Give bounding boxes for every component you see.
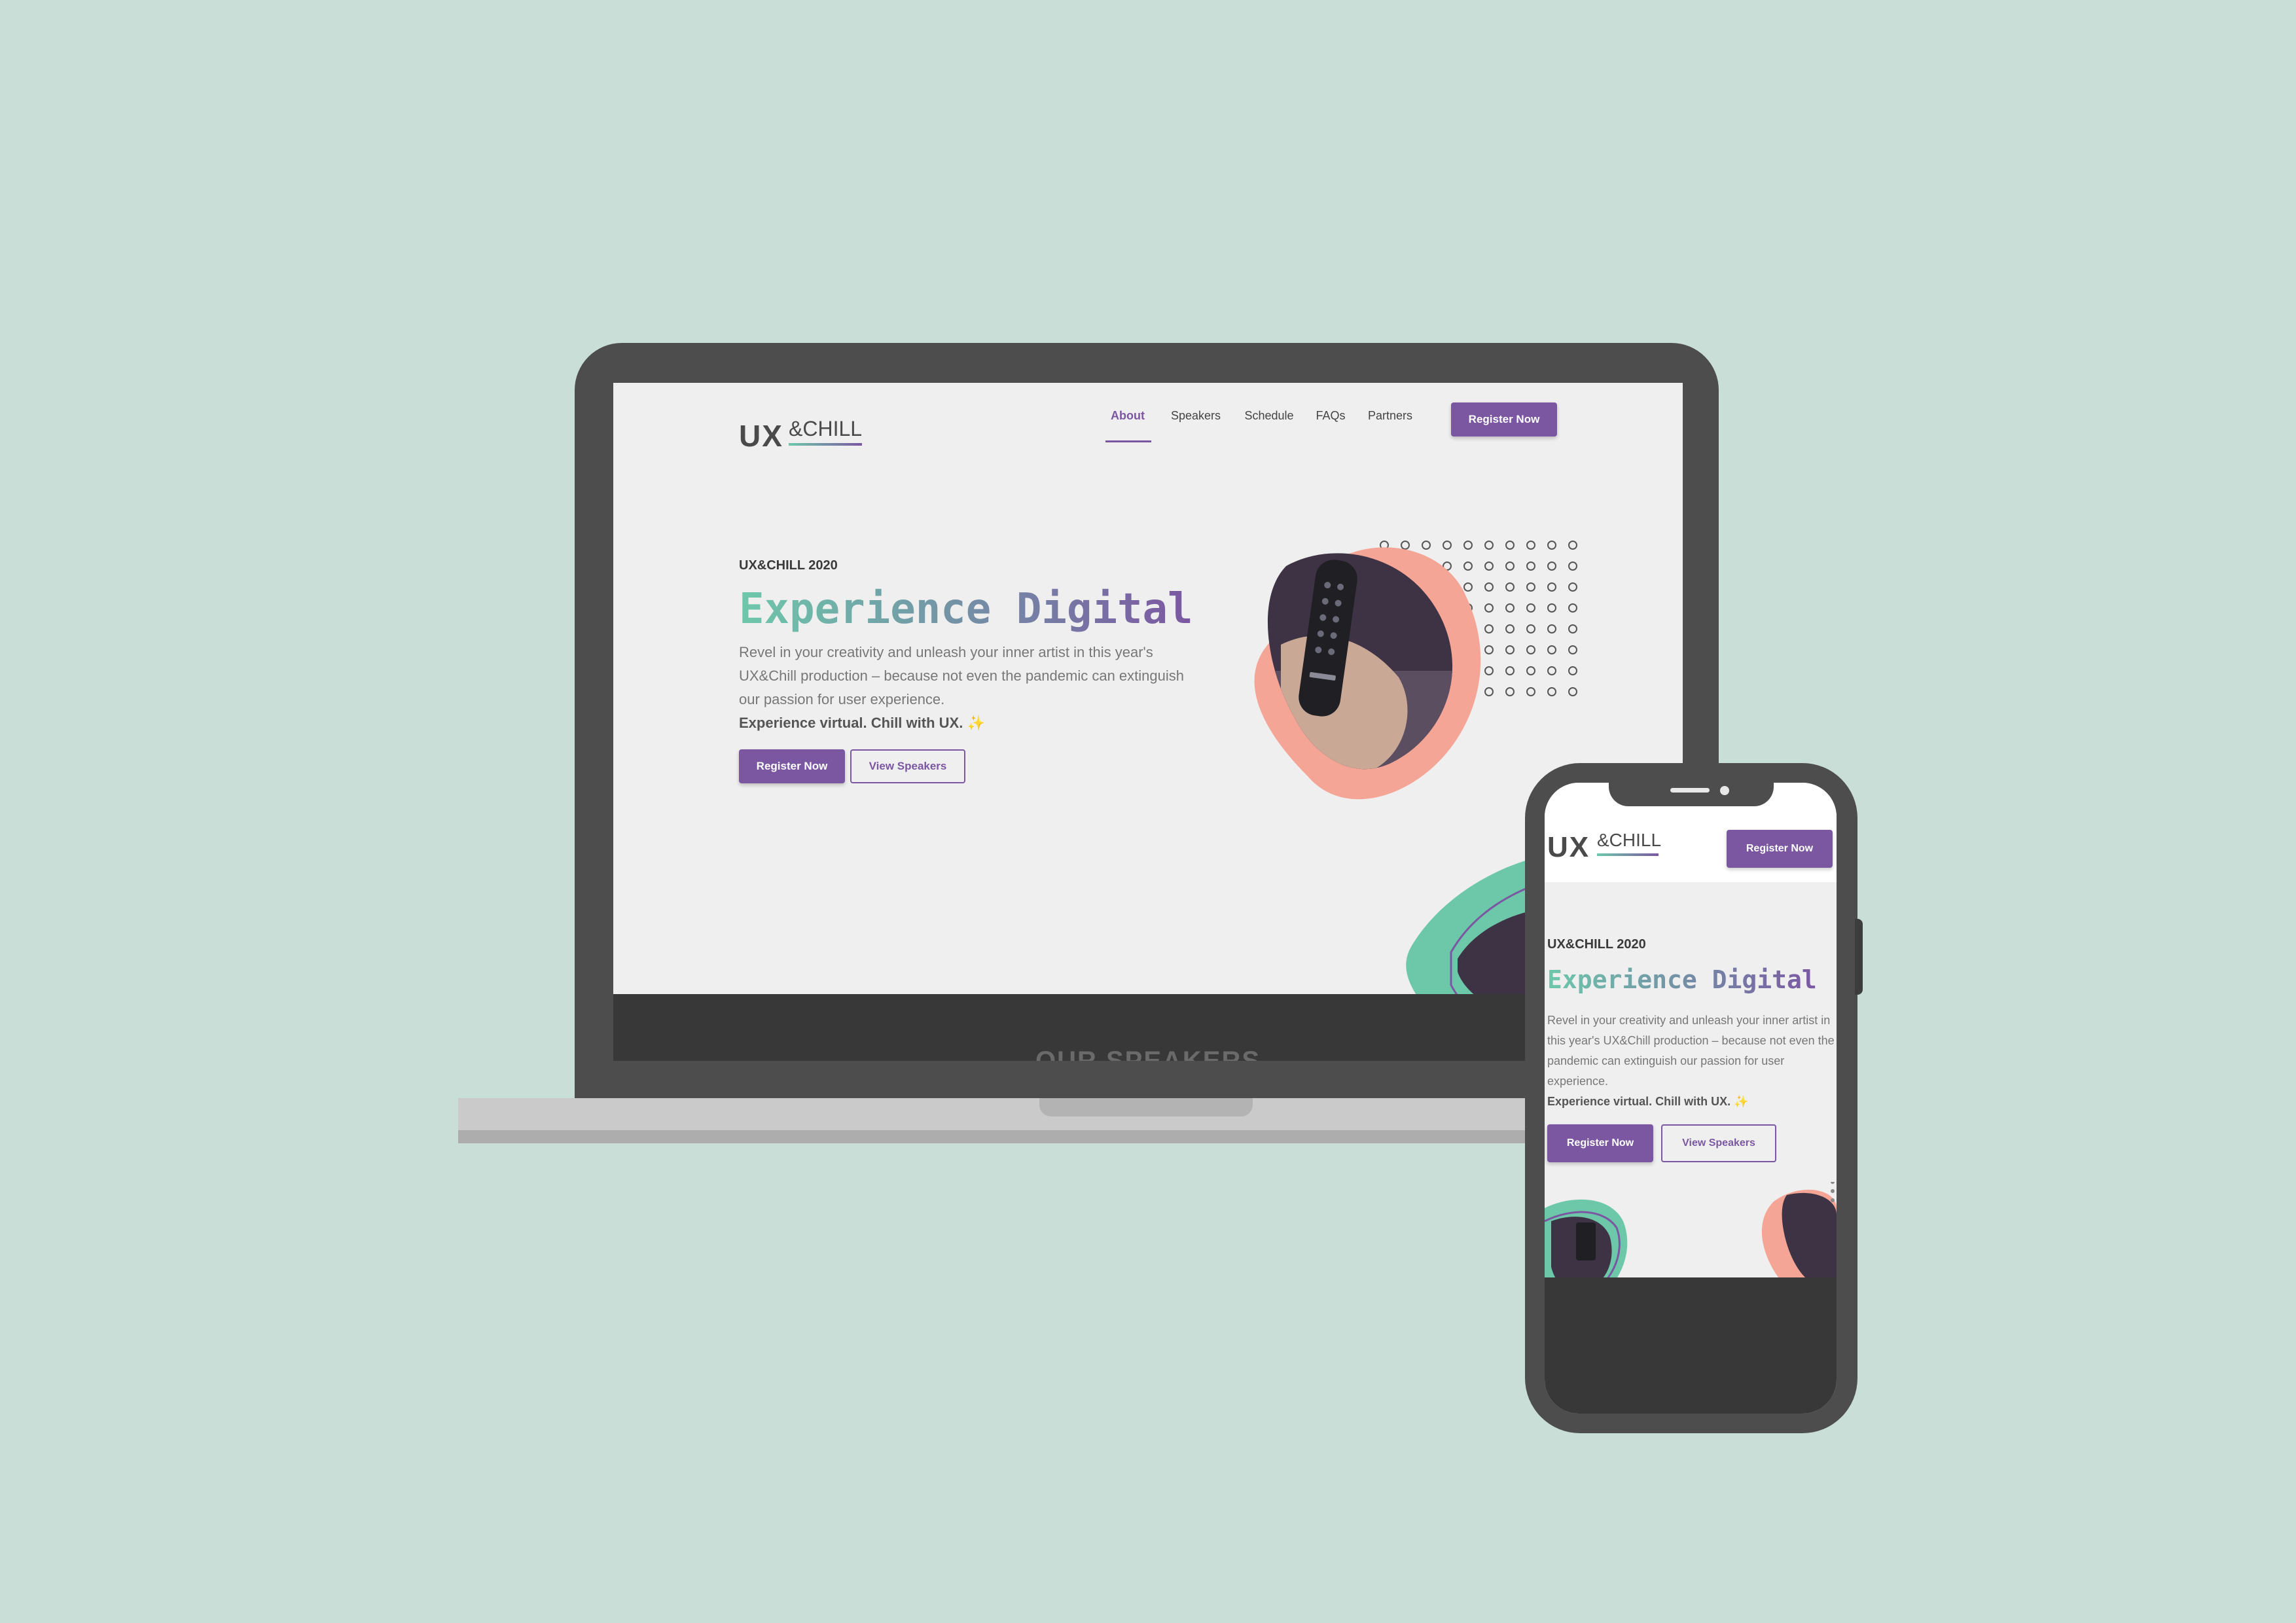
laptop-base-lip: [458, 1130, 1571, 1143]
phone-in-photo: [1576, 1222, 1596, 1260]
grid-dot: [1484, 687, 1494, 696]
grid-dot: [1526, 687, 1535, 696]
grid-dot: [1484, 562, 1494, 571]
site-logo[interactable]: UX &CHILL: [739, 400, 870, 453]
grid-dot: [1505, 541, 1515, 550]
grid-dot: [1547, 603, 1556, 613]
mobile-site-logo[interactable]: UX &CHILL: [1547, 825, 1678, 864]
grid-dot: [1568, 687, 1577, 696]
laptop-base: [458, 1098, 1571, 1132]
grid-dot: [1526, 666, 1535, 675]
speakers-section-title: OUR SPEAKERS: [1035, 1046, 1261, 1061]
grid-dot: [1463, 582, 1473, 592]
grid-dot: [1568, 582, 1577, 592]
grid-dot: [1505, 562, 1515, 571]
mobile-hero-register-button[interactable]: Register Now: [1547, 1124, 1653, 1162]
mobile-header-register-button[interactable]: Register Now: [1727, 830, 1833, 868]
hero-register-button[interactable]: Register Now: [739, 749, 845, 783]
logo-chill: &CHILL: [789, 417, 863, 440]
nav-item-faqs[interactable]: FAQs: [1311, 409, 1350, 423]
grid-dot: [1547, 645, 1556, 654]
mobile-hero-headline: Experience Digital: [1547, 963, 1817, 996]
nav-item-about[interactable]: About: [1104, 409, 1151, 455]
hero-tagline: Experience virtual. Chill with UX. ✨: [739, 711, 985, 735]
sparkle-icon: ✨: [1734, 1095, 1749, 1108]
nav-active-indicator: [1105, 440, 1151, 442]
view-speakers-button[interactable]: View Speakers: [850, 749, 965, 783]
grid-dot: [1568, 541, 1577, 550]
grid-dot: [1401, 541, 1410, 550]
header-register-button[interactable]: Register Now: [1451, 402, 1557, 437]
grid-dot: [1526, 624, 1535, 633]
grid-dot: [1484, 582, 1494, 592]
phone-side-button: [1855, 919, 1863, 995]
sparkle-icon: ✨: [967, 715, 985, 731]
hero-headline: Experience Digital: [739, 583, 1193, 635]
grid-dot: [1526, 582, 1535, 592]
grid-dot: [1505, 603, 1515, 613]
nav-item-speakers[interactable]: Speakers: [1164, 409, 1227, 423]
phone-camera: [1720, 786, 1729, 795]
grid-dot: [1484, 624, 1494, 633]
grid-dot: [1505, 666, 1515, 675]
grid-dot: [1547, 562, 1556, 571]
nav-item-label: About: [1111, 409, 1145, 422]
grid-dot: [1547, 624, 1556, 633]
grid-dot: [1505, 645, 1515, 654]
grid-dot: [1547, 666, 1556, 675]
grid-dot: [1568, 645, 1577, 654]
grid-dot: [1568, 603, 1577, 613]
grid-dot: [1463, 541, 1473, 550]
grid-dot: [1463, 562, 1473, 571]
grid-dot: [1526, 541, 1535, 550]
grid-dot: [1547, 582, 1556, 592]
nav-item-label: Partners: [1367, 409, 1413, 422]
desktop-website: UX &CHILL About Speakers Schedule FAQs P…: [613, 383, 1683, 1061]
grid-dot: [1484, 603, 1494, 613]
hero-eyebrow: UX&CHILL 2020: [739, 558, 838, 573]
grid-dot: [1526, 603, 1535, 613]
logo-underline: [789, 443, 862, 446]
mobile-website: UX &CHILL Register Now UX&CHILL 2020 Exp…: [1545, 783, 1837, 1414]
hero-tagline-text: Experience virtual. Chill with UX.: [739, 715, 963, 731]
grid-dot: [1568, 562, 1577, 571]
phone-speaker: [1670, 788, 1710, 793]
nav-item-label: Schedule: [1244, 409, 1294, 422]
hero-tagline-text: Experience virtual. Chill with UX.: [1547, 1095, 1731, 1108]
laptop-trackpad-notch: [1039, 1098, 1253, 1116]
grid-dot: [1484, 645, 1494, 654]
grid-dot: [1443, 541, 1452, 550]
grid-dot: [1505, 624, 1515, 633]
nav-item-schedule[interactable]: Schedule: [1238, 409, 1300, 423]
grid-dot: [1568, 624, 1577, 633]
mobile-speakers-section: [1545, 1277, 1837, 1414]
grid-dot: [1505, 687, 1515, 696]
grid-dot: [1547, 541, 1556, 550]
logo-underline: [1597, 853, 1659, 856]
logo-chill: &CHILL: [1597, 830, 1662, 850]
mobile-view-speakers-button[interactable]: View Speakers: [1661, 1124, 1776, 1162]
grid-dot: [1484, 541, 1494, 550]
mobile-hero-eyebrow: UX&CHILL 2020: [1547, 937, 1646, 952]
hero-description: Revel in your creativity and unleash you…: [739, 644, 1184, 707]
grid-dot: [1568, 666, 1577, 675]
mobile-hero-tagline: Experience virtual. Chill with UX. ✨: [1547, 1092, 1749, 1112]
dot-grid-pattern: [1831, 1182, 1835, 1202]
grid-dot: [1505, 582, 1515, 592]
logo-ux: UX: [1547, 831, 1590, 863]
mobile-hero-description: Revel in your creativity and unleash you…: [1547, 1014, 1835, 1088]
nav-item-label: FAQs: [1316, 409, 1346, 422]
nav-item-label: Speakers: [1170, 409, 1221, 422]
grid-dot: [1484, 666, 1494, 675]
grid-dot: [1526, 562, 1535, 571]
nav-item-partners[interactable]: Partners: [1361, 409, 1420, 423]
logo-ux: UX: [739, 419, 783, 453]
grid-dot: [1526, 645, 1535, 654]
grid-dot: [1547, 687, 1556, 696]
grid-dot: [1422, 541, 1431, 550]
